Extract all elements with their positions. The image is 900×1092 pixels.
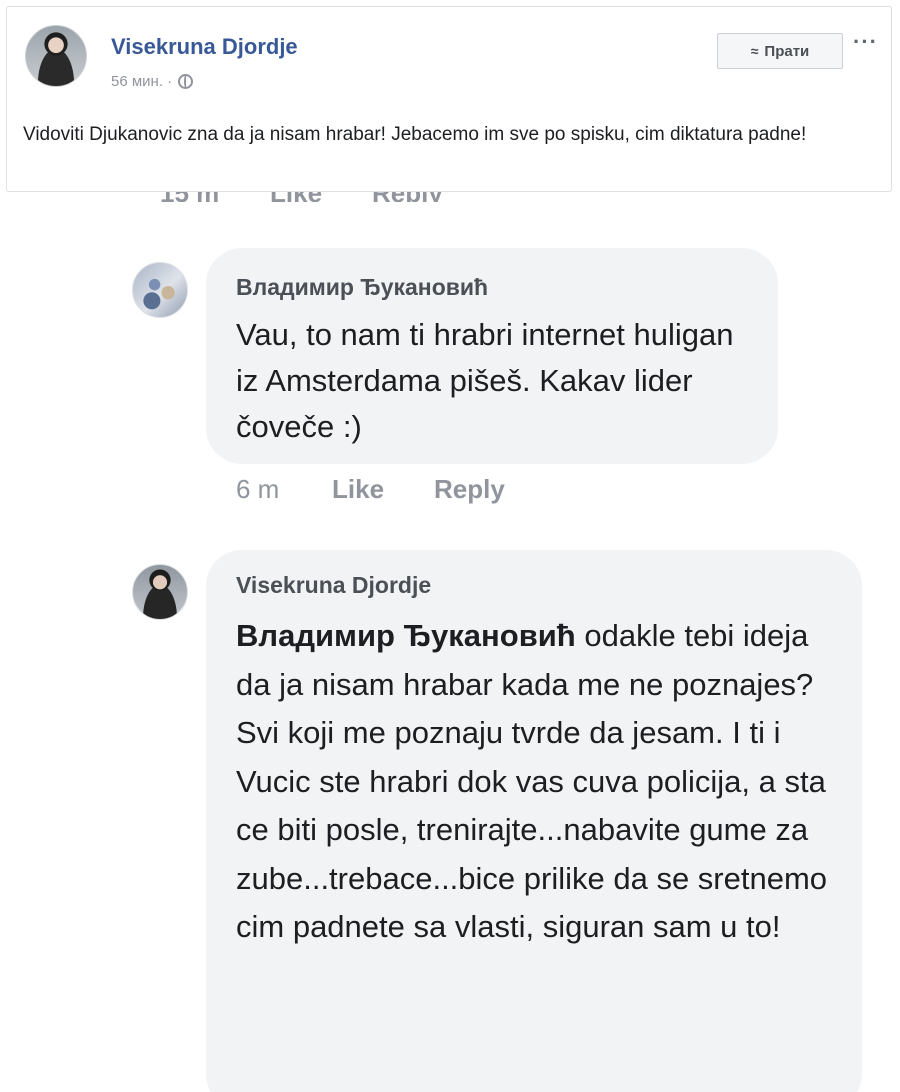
post-card: Visekruna Djordje 56 мин. · ≈ Прати ··· … — [6, 6, 892, 192]
post-text: Vidoviti Djukanovic zna da ja nisam hrab… — [23, 124, 807, 145]
comment-author[interactable]: Владимир Ђукановић — [236, 274, 488, 301]
mention-link[interactable]: Владимир Ђукановић — [236, 618, 576, 653]
more-icon[interactable]: ··· — [853, 29, 878, 55]
rss-icon: ≈ — [750, 43, 759, 59]
comment-text: Владимир Ђукановић odakle tebi ideja da … — [236, 612, 846, 952]
comment-body: odakle tebi ideja da ja nisam hrabar kad… — [236, 618, 828, 944]
post-meta: 56 мин. · — [111, 73, 194, 90]
follow-button[interactable]: ≈ Прати — [717, 33, 843, 69]
comment-avatar[interactable] — [132, 564, 188, 620]
post-timestamp[interactable]: 56 мин. · — [111, 73, 172, 90]
globe-icon — [178, 74, 194, 89]
comment-bubble: Владимир Ђукановић Vau, to nam ti hrabri… — [206, 248, 778, 464]
comment-author[interactable]: Visekruna Djordje — [236, 572, 431, 599]
post-author-name[interactable]: Visekruna Djordje — [111, 34, 298, 60]
comment-bubble: Visekruna Djordje Владимир Ђукановић oda… — [206, 550, 862, 1092]
comment-time[interactable]: 6 m — [236, 474, 279, 505]
like-link[interactable]: Like — [332, 474, 384, 505]
comment-text: Vau, to nam ti hrabri internet huligan i… — [236, 317, 734, 444]
comment-avatar[interactable] — [132, 262, 188, 318]
reply-link[interactable]: Reply — [434, 474, 505, 505]
post-author-avatar[interactable] — [25, 25, 87, 87]
follow-button-label: Прати — [764, 42, 810, 60]
